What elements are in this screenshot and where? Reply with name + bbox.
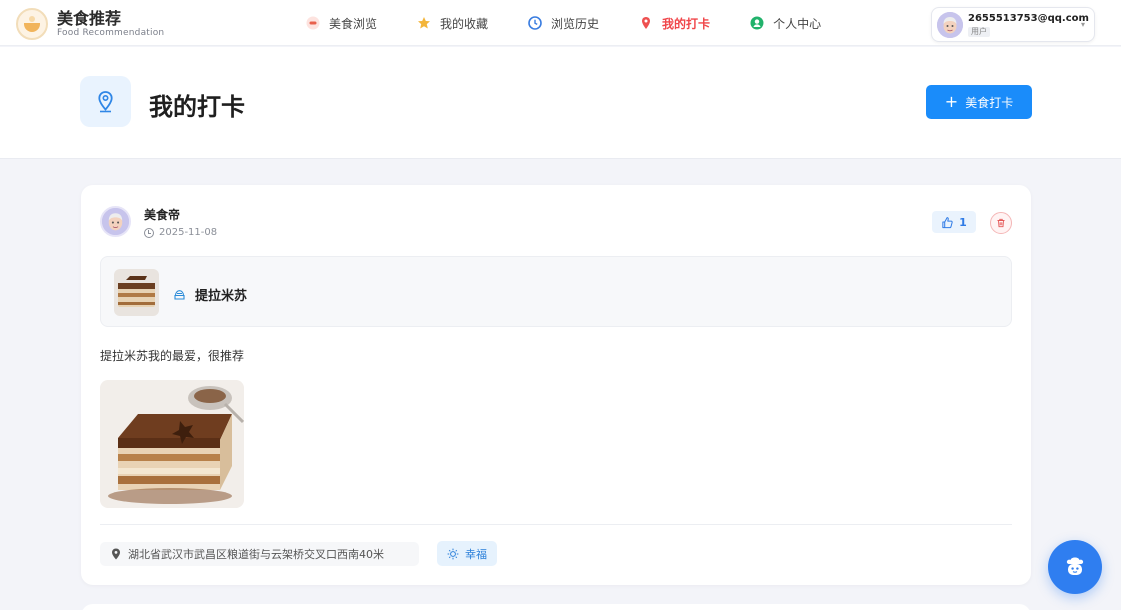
brand-subtitle: Food Recommendation <box>57 28 165 38</box>
clock-icon <box>144 227 154 238</box>
like-button[interactable]: 1 <box>932 211 976 233</box>
trash-icon <box>997 218 1005 228</box>
add-checkin-label: 美食打卡 <box>965 95 1014 110</box>
food-reference[interactable]: 提拉米苏 <box>100 256 1012 327</box>
post-date: 2025-11-08 <box>144 227 217 238</box>
plus-icon: + <box>944 92 959 111</box>
nav-label: 个人中心 <box>773 16 822 31</box>
user-role-badge: 用户 <box>968 27 990 37</box>
location-pin-icon <box>80 76 131 127</box>
nav-item-favorites[interactable]: 我的收藏 <box>417 15 488 32</box>
food-bowl-logo-icon <box>16 8 48 40</box>
nav-item-profile[interactable]: 个人中心 <box>750 15 821 32</box>
divider <box>100 524 1012 525</box>
mood-tag[interactable]: 幸福 <box>437 541 497 566</box>
chef-bot-icon <box>1066 557 1084 575</box>
page-header: 我的打卡 + 美食打卡 <box>0 47 1121 159</box>
nav-item-history[interactable]: 浏览历史 <box>528 15 599 32</box>
assistant-fab-button[interactable] <box>1048 540 1102 594</box>
nav-item-checkins[interactable]: 我的打卡 <box>639 15 710 32</box>
top-navbar: 美食推荐 Food Recommendation 美食浏览 我的收藏 浏览历史 <box>0 0 1121 46</box>
nav-label: 我的收藏 <box>440 16 489 31</box>
main-nav: 美食浏览 我的收藏 浏览历史 我的打卡 个人中心 <box>306 0 861 46</box>
location-tag[interactable]: 湖北省武汉市武昌区粮道街与云架桥交叉口西南40米 <box>100 542 419 566</box>
location-text: 湖北省武汉市武昌区粮道街与云架桥交叉口西南40米 <box>128 548 384 561</box>
post-date-text: 2025-11-08 <box>159 227 218 238</box>
location-pin-icon <box>639 16 653 30</box>
food-plate-icon <box>306 16 320 30</box>
location-pin-icon <box>112 548 120 560</box>
avatar[interactable] <box>100 206 131 237</box>
checkin-card: 美食帝 2025-11-08 1 提拉米苏 提拉米苏我的最爱，很推荐 湖北省武汉… <box>81 185 1031 585</box>
user-menu[interactable]: 2655513753@qq.com 用户 ▾ <box>931 7 1095 42</box>
mood-text: 幸福 <box>465 547 487 561</box>
food-thumbnail <box>114 269 159 316</box>
food-name: 提拉米苏 <box>195 289 248 304</box>
like-count: 1 <box>959 215 967 229</box>
brand[interactable]: 美食推荐 Food Recommendation <box>16 8 164 40</box>
chevron-down-icon: ▾ <box>1080 20 1085 29</box>
star-icon <box>417 16 431 30</box>
brand-title: 美食推荐 <box>57 9 122 28</box>
add-checkin-button[interactable]: + 美食打卡 <box>926 85 1032 119</box>
nav-label: 我的打卡 <box>662 16 711 31</box>
avatar <box>937 12 963 38</box>
nav-label: 浏览历史 <box>551 16 600 31</box>
clock-icon <box>528 16 542 30</box>
page-title: 我的打卡 <box>149 93 245 121</box>
nav-label: 美食浏览 <box>329 16 378 31</box>
user-email: 2655513753@qq.com <box>968 13 1089 24</box>
post-text: 提拉米苏我的最爱，很推荐 <box>100 349 245 363</box>
person-icon <box>750 16 764 30</box>
nav-item-food-browse[interactable]: 美食浏览 <box>306 15 377 32</box>
post-photo[interactable] <box>100 380 244 508</box>
checkin-card <box>81 604 1031 610</box>
thumbs-up-icon <box>942 216 953 228</box>
delete-button[interactable] <box>990 212 1012 234</box>
poster-name[interactable]: 美食帝 <box>144 206 180 223</box>
sun-icon <box>447 548 459 559</box>
cake-icon <box>173 286 186 305</box>
